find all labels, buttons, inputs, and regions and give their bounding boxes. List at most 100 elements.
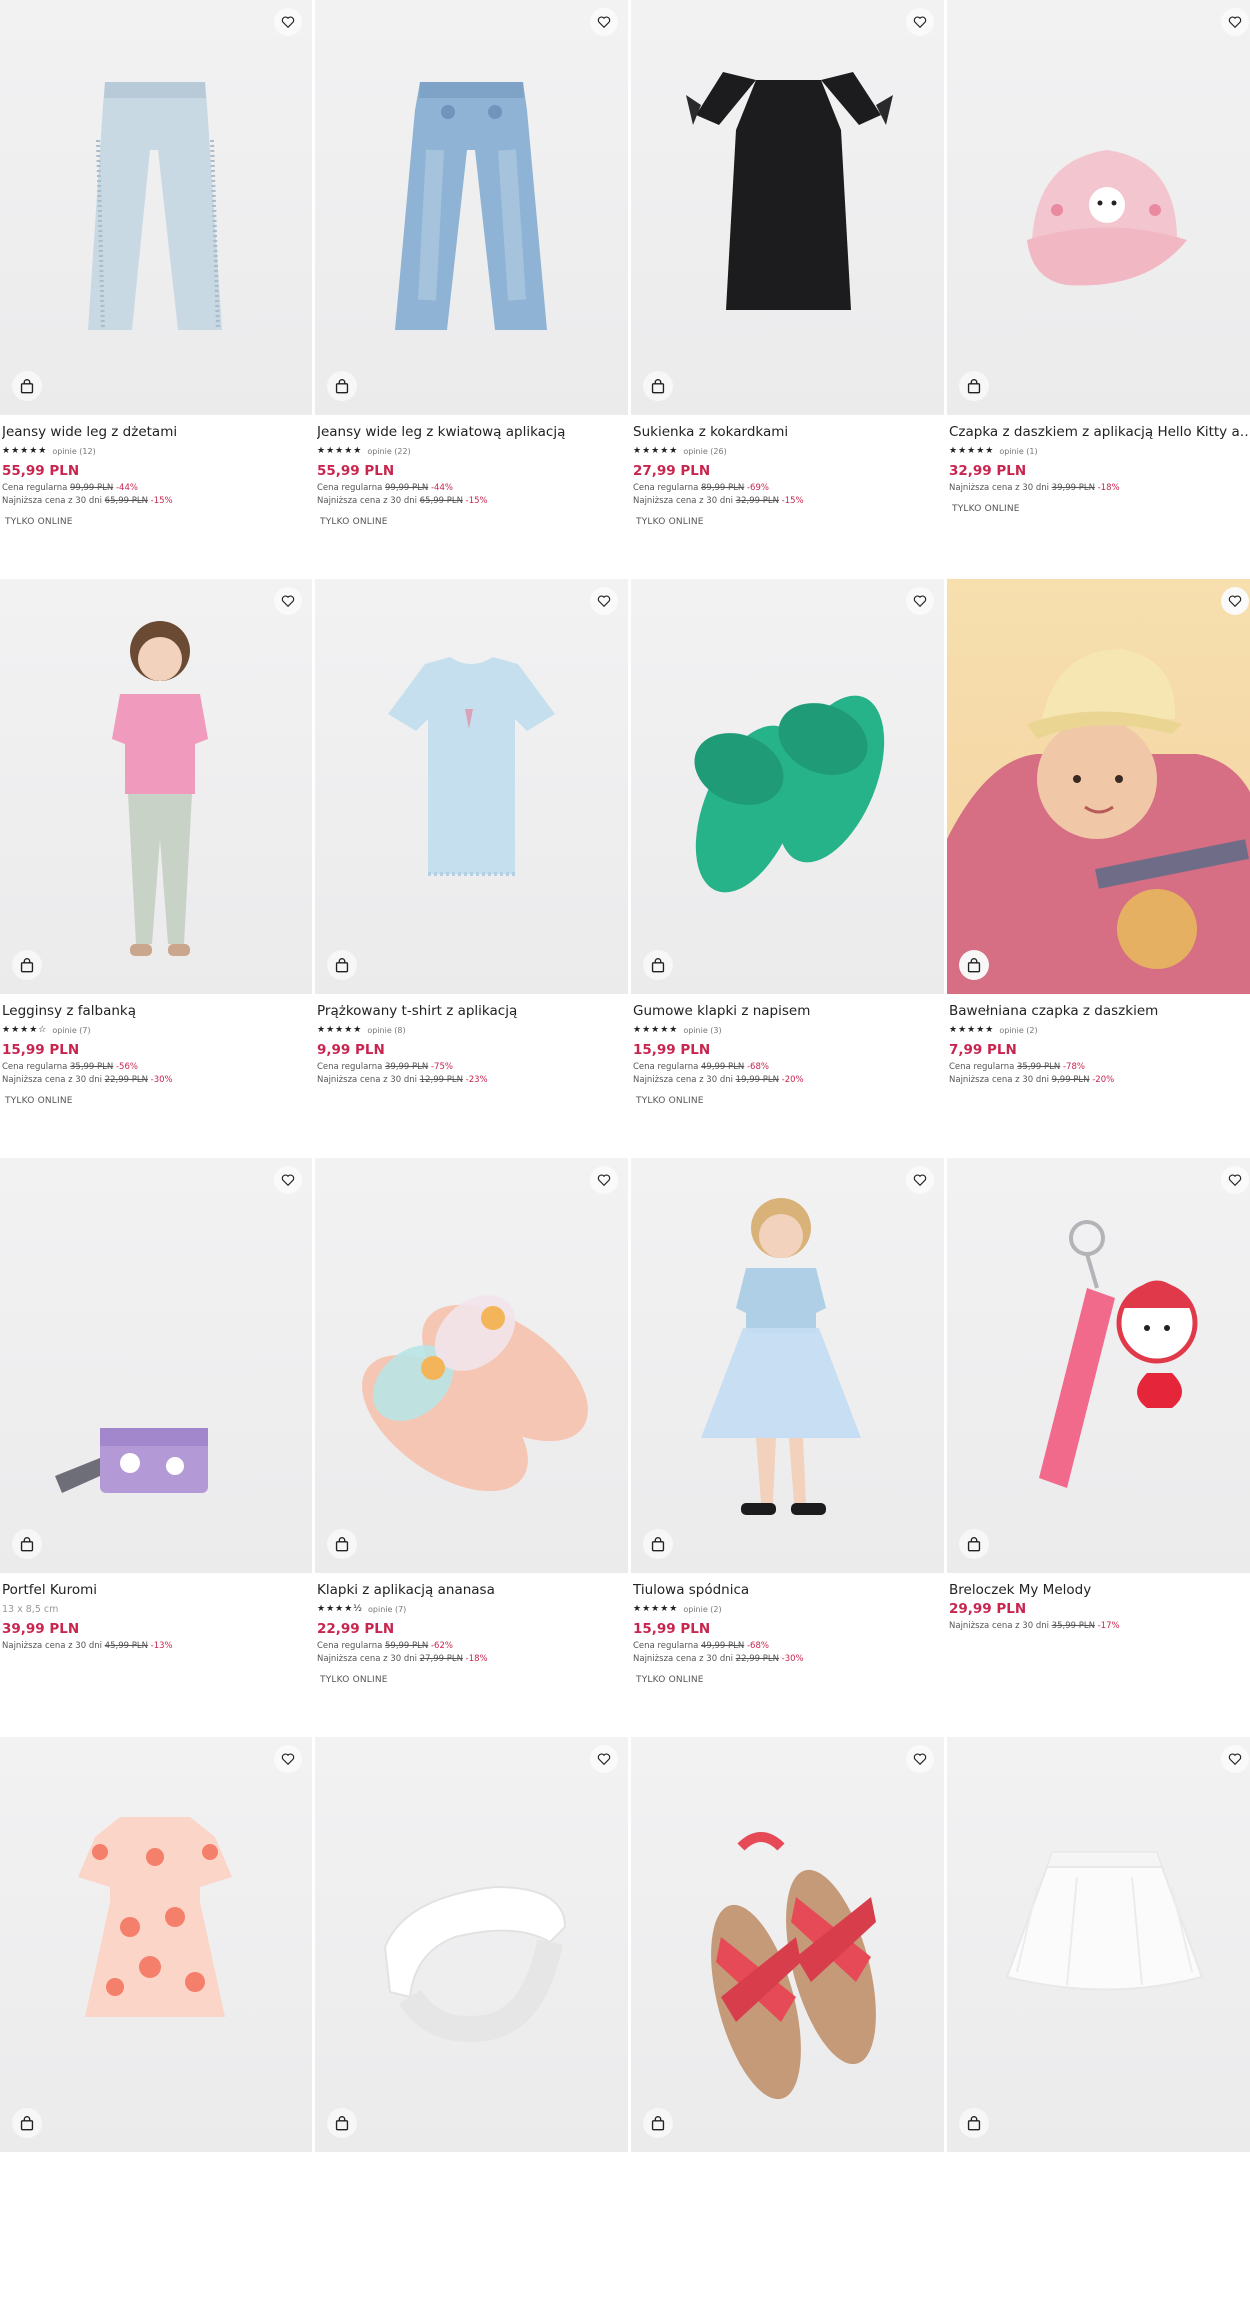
product-card[interactable]: Legginsy z falbanką ★★★★☆ opinie (7) 15,9… (0, 579, 312, 1158)
product-card[interactable]: Prążkowany t-shirt z aplikacją ★★★★★ opin… (315, 579, 628, 1158)
product-price: 22,99 PLN (317, 1621, 395, 1637)
product-title[interactable]: Jeansy wide leg z kwiatową aplikacją (317, 424, 626, 440)
favorite-button[interactable] (590, 1166, 618, 1194)
heart-icon (913, 16, 927, 29)
lowest-price-line: Najniższa cena z 30 dni 65,99 PLN -15% (2, 496, 173, 506)
add-to-cart-button[interactable] (643, 371, 673, 401)
online-only-badge: TYLKO ONLINE (320, 517, 388, 527)
lowest-price-line: Najniższa cena z 30 dni 45,99 PLN -13% (2, 1641, 173, 1651)
product-title[interactable]: Czapka z daszkiem z aplikacją Hello Kitt… (949, 424, 1250, 440)
product-image[interactable] (631, 1158, 944, 1573)
add-to-cart-button[interactable] (959, 2108, 989, 2138)
rating-stars: ★★★★★ (2, 446, 48, 456)
shopping-bag-icon (335, 2115, 349, 2130)
favorite-button[interactable] (590, 1745, 618, 1773)
product-image[interactable] (315, 1737, 628, 2152)
add-to-cart-button[interactable] (643, 2108, 673, 2138)
online-only-badge: TYLKO ONLINE (952, 504, 1020, 514)
product-image[interactable] (315, 0, 628, 415)
product-title[interactable]: Portfel Kuromi (2, 1582, 310, 1598)
favorite-button[interactable] (274, 587, 302, 615)
product-image[interactable] (0, 579, 312, 994)
product-card[interactable]: Jeansy wide leg z dżetami ★★★★★ opinie (1… (0, 0, 312, 579)
review-count: opinie (2) (999, 1026, 1038, 1035)
product-title[interactable]: Breloczek My Melody (949, 1582, 1250, 1598)
product-card[interactable]: Tiulowa spódnica ★★★★★ opinie (2) 15,99 P… (631, 1158, 944, 1737)
product-image[interactable] (631, 0, 944, 415)
floral-dress-image (78, 1817, 232, 2017)
product-title[interactable]: Prążkowany t-shirt z aplikacją (317, 1003, 626, 1019)
product-image[interactable] (631, 579, 944, 994)
add-to-cart-button[interactable] (643, 1529, 673, 1559)
product-card[interactable] (947, 1737, 1250, 2316)
product-title[interactable]: Klapki z aplikacją ananasa (317, 1582, 626, 1598)
product-image[interactable] (315, 1158, 628, 1573)
lowest-discount: -15% (465, 496, 488, 506)
heart-icon (913, 595, 927, 608)
product-card[interactable]: Portfel Kuromi 13 x 8,5 cm 39,99 PLN Naj… (0, 1158, 312, 1737)
add-to-cart-button[interactable] (327, 371, 357, 401)
product-card[interactable]: Jeansy wide leg z kwiatową aplikacją ★★★… (315, 0, 628, 579)
light-jeans-image (88, 82, 222, 331)
add-to-cart-button[interactable] (327, 950, 357, 980)
product-image[interactable] (0, 1737, 312, 2152)
product-image[interactable] (947, 0, 1250, 415)
product-image[interactable] (947, 1737, 1250, 2152)
favorite-button[interactable] (274, 1166, 302, 1194)
favorite-button[interactable] (906, 8, 934, 36)
add-to-cart-button[interactable] (12, 1529, 42, 1559)
product-title[interactable]: Legginsy z falbanką (2, 1003, 310, 1019)
favorite-button[interactable] (590, 8, 618, 36)
favorite-button[interactable] (906, 1745, 934, 1773)
product-card[interactable]: Bawełniana czapka z daszkiem ★★★★★ opinie… (947, 579, 1250, 1158)
product-card[interactable] (315, 1737, 628, 2316)
favorite-button[interactable] (274, 8, 302, 36)
favorite-button[interactable] (906, 587, 934, 615)
product-title[interactable]: Jeansy wide leg z dżetami (2, 424, 310, 440)
product-title[interactable]: Bawełniana czapka z daszkiem (949, 1003, 1250, 1019)
add-to-cart-button[interactable] (12, 950, 42, 980)
product-image[interactable] (0, 0, 312, 415)
product-image[interactable] (631, 1737, 944, 2152)
favorite-button[interactable] (1221, 8, 1249, 36)
review-count: opinie (3) (683, 1026, 722, 1035)
product-card[interactable]: Czapka z daszkiem z aplikacją Hello Kitt… (947, 0, 1250, 579)
add-to-cart-button[interactable] (12, 371, 42, 401)
favorite-button[interactable] (1221, 587, 1249, 615)
favorite-button[interactable] (590, 587, 618, 615)
add-to-cart-button[interactable] (959, 1529, 989, 1559)
product-card[interactable]: Gumowe klapki z napisem ★★★★★ opinie (3) … (631, 579, 944, 1158)
regular-discount: -44% (430, 483, 453, 493)
product-image[interactable] (947, 1158, 1250, 1573)
product-card[interactable] (631, 1737, 944, 2316)
add-to-cart-button[interactable] (327, 2108, 357, 2138)
add-to-cart-button[interactable] (643, 950, 673, 980)
product-card[interactable]: Sukienka z kokardkami ★★★★★ opinie (26) 2… (631, 0, 944, 579)
heart-icon (913, 1753, 927, 1766)
favorite-button[interactable] (1221, 1745, 1249, 1773)
product-title[interactable]: Gumowe klapki z napisem (633, 1003, 942, 1019)
product-image[interactable] (315, 579, 628, 994)
product-card[interactable]: Klapki z aplikacją ananasa ★★★★½ opinie (… (315, 1158, 628, 1737)
add-to-cart-button[interactable] (959, 371, 989, 401)
favorite-button[interactable] (1221, 1166, 1249, 1194)
lowest-price-line: Najniższa cena z 30 dni 32,99 PLN -15% (633, 496, 804, 506)
product-rating: ★★★★½ opinie (7) (317, 1604, 626, 1615)
add-to-cart-button[interactable] (327, 1529, 357, 1559)
product-rating: ★★★★★ opinie (3) (633, 1025, 942, 1036)
girl-tulle-skirt-image (701, 1198, 861, 1515)
product-image[interactable] (0, 1158, 312, 1573)
product-title[interactable]: Tiulowa spódnica (633, 1582, 942, 1598)
shopping-bag-icon (651, 378, 665, 393)
shopping-bag-icon (20, 957, 34, 972)
favorite-button[interactable] (906, 1166, 934, 1194)
product-card[interactable] (0, 1737, 312, 2316)
add-to-cart-button[interactable] (959, 950, 989, 980)
add-to-cart-button[interactable] (12, 2108, 42, 2138)
product-title[interactable]: Sukienka z kokardkami (633, 424, 942, 440)
regular-discount: -62% (430, 1641, 453, 1651)
regular-discount: -56% (115, 1062, 138, 1072)
favorite-button[interactable] (274, 1745, 302, 1773)
product-image[interactable] (947, 579, 1250, 994)
product-card[interactable]: Breloczek My Melody 29,99 PLN Najniższa … (947, 1158, 1250, 1737)
